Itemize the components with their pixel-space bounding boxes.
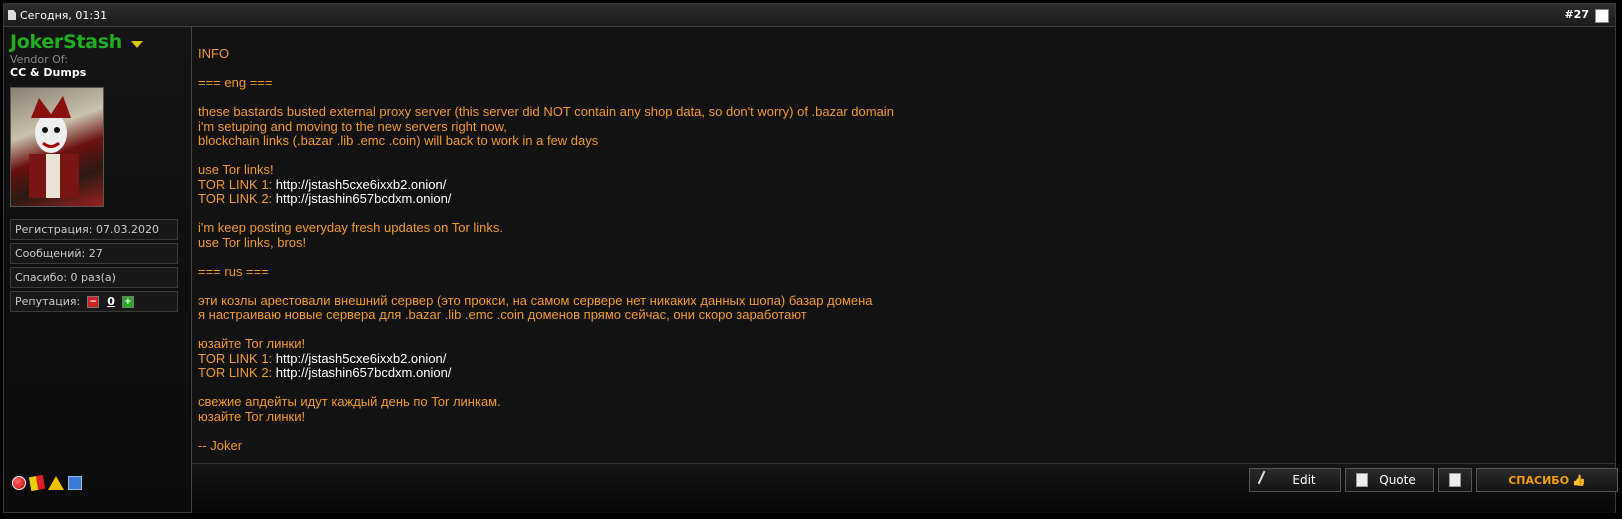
post-line-text: blockchain links (.bazar .lib .emc .coin… — [198, 133, 599, 148]
post-line: я настраиваю новые сервера для .bazar .l… — [198, 307, 1609, 323]
post-page-icon — [8, 10, 16, 20]
post-line: TOR LINK 2: http://jstashin657bcdxm.onio… — [198, 191, 1609, 207]
post-line: свежие апдейты идут каждый день по Tor л… — [198, 394, 1609, 410]
stat-reputation: Репутация: − 0 + — [10, 291, 178, 312]
post-line-text: TOR LINK 2: — [198, 365, 276, 380]
post-line — [198, 279, 1609, 294]
post-date: Сегодня, 01:31 — [20, 8, 108, 22]
post-line-text: i'm keep posting everyday fresh updates … — [198, 220, 504, 235]
stat-thanks: Спасибо: 0 раз(а) — [10, 267, 178, 288]
user-status-icons — [12, 474, 82, 492]
computer-icon[interactable] — [68, 476, 82, 490]
post-line-text: these bastards busted external proxy ser… — [198, 104, 894, 119]
forum-post: Сегодня, 01:31 #27 JokerStash Vendor Of:… — [3, 3, 1618, 513]
post-line: === rus === — [198, 263, 1609, 280]
multi-quote-button[interactable] — [1438, 468, 1472, 492]
avatar-joker-image — [29, 96, 79, 198]
reputation-value[interactable]: 0 — [107, 295, 115, 308]
quote-button[interactable]: Quote — [1345, 468, 1434, 492]
user-stats: Регистрация: 07.03.2020 Сообщений: 27 Сп… — [10, 219, 185, 312]
post-line: TOR LINK 1: http://jstash5cxe6ixxb2.onio… — [198, 350, 1609, 367]
post-line-text: i'm setuping and moving to the new serve… — [198, 118, 507, 134]
post-line-text: INFO — [198, 46, 230, 61]
post-line: юзайте Tor линки! — [198, 408, 1609, 425]
edit-button[interactable]: Edit — [1249, 468, 1341, 492]
user-title: Vendor Of: — [10, 53, 68, 66]
online-status-icon — [12, 476, 26, 490]
post-line-text: я настраиваю новые сервера для .bazar .l… — [198, 307, 807, 322]
post-line: эти козлы арестовали внешний сервер (это… — [198, 292, 1609, 309]
tor-link[interactable]: http://jstash5cxe6ixxb2.onion/ — [276, 351, 447, 366]
post-line: === eng === — [198, 75, 1609, 91]
reputation-minus-icon[interactable]: − — [87, 295, 100, 308]
post-line — [198, 207, 1609, 222]
post-line: i'm setuping and moving to the new serve… — [198, 118, 1609, 135]
post-line — [198, 91, 1609, 106]
post-line — [198, 381, 1609, 396]
tor-link[interactable]: http://jstashin657bcdxm.onion/ — [276, 365, 452, 380]
thanks-button[interactable]: СПАСИБО 👍 — [1476, 468, 1618, 492]
stat-messages: Сообщений: 27 — [10, 243, 178, 264]
post-line-text: юзайте Tor линки! — [198, 408, 306, 424]
post-line — [198, 250, 1609, 265]
post-line: -- Joker — [198, 437, 1609, 454]
post-line-text: === eng === — [198, 75, 273, 90]
post-line: use Tor links, bros! — [198, 234, 1609, 251]
reputation-plus-icon[interactable]: + — [121, 295, 134, 308]
tor-link[interactable]: http://jstash5cxe6ixxb2.onion/ — [276, 177, 447, 192]
thumbs-up-icon: 👍 — [1572, 473, 1586, 487]
user-menu-arrow-icon[interactable] — [130, 40, 143, 48]
post-line — [198, 323, 1609, 338]
post-line-text: use Tor links! — [198, 162, 274, 177]
post-line: TOR LINK 1: http://jstash5cxe6ixxb2.onio… — [198, 176, 1609, 193]
post-content: INFO === eng === these bastards busted ext… — [192, 27, 1615, 463]
post-line: blockchain links (.bazar .lib .emc .coin… — [198, 133, 1609, 149]
post-line-text: TOR LINK 1: — [198, 176, 276, 192]
post-line-text: юзайте Tor линки! — [198, 336, 306, 351]
post-line — [198, 424, 1609, 439]
warning-cards-icon — [28, 474, 46, 492]
post-line: TOR LINK 2: http://jstashin657bcdxm.onio… — [198, 365, 1609, 381]
reputation-label: Репутация: — [15, 295, 81, 308]
post-line: юзайте Tor линки! — [198, 336, 1609, 352]
quote-icon — [1356, 473, 1368, 487]
scissors-icon — [1257, 470, 1277, 490]
post-number-link[interactable]: #27 — [1564, 8, 1589, 21]
post-line — [198, 149, 1609, 164]
post-line-text: TOR LINK 2: — [198, 191, 276, 206]
report-warning-icon[interactable] — [48, 476, 64, 490]
username-link[interactable]: JokerStash — [10, 31, 122, 53]
avatar — [10, 87, 104, 207]
post-header: Сегодня, 01:31 #27 — [4, 4, 1615, 27]
stat-messages-text: Сообщений: 27 — [15, 247, 103, 260]
stat-thanks-text: Спасибо: 0 раз(а) — [15, 271, 116, 284]
post-line — [198, 62, 1609, 77]
post-footer: Edit Quote СПАСИБО 👍 — [192, 463, 1618, 513]
post-line-text: эти козлы арестовали внешний сервер (это… — [198, 292, 873, 308]
user-vendor-of: CC & Dumps — [10, 66, 87, 79]
tor-link[interactable]: http://jstashin657bcdxm.onion/ — [276, 191, 452, 206]
post-line: these bastards busted external proxy ser… — [198, 104, 1609, 120]
post-line-text: use Tor links, bros! — [198, 234, 307, 250]
post-line: i'm keep posting everyday fresh updates … — [198, 220, 1609, 236]
user-sidebar: JokerStash Vendor Of: CC & Dumps Регистр… — [4, 27, 192, 512]
thanks-button-label: СПАСИБО — [1508, 473, 1570, 487]
stat-registration: Регистрация: 07.03.2020 — [10, 219, 178, 240]
multi-quote-icon — [1449, 473, 1461, 487]
post-line-text: свежие апдейты идут каждый день по Tor л… — [198, 394, 501, 409]
quote-button-label: Quote — [1379, 473, 1416, 487]
edit-button-label: Edit — [1292, 473, 1316, 487]
post-line: use Tor links! — [198, 162, 1609, 178]
post-line-text: -- Joker — [198, 437, 243, 453]
username: JokerStash — [10, 31, 185, 53]
stat-registration-text: Регистрация: 07.03.2020 — [15, 223, 159, 236]
post-select-checkbox[interactable] — [1595, 9, 1609, 23]
post-line: INFO — [198, 46, 1609, 62]
post-line-text: TOR LINK 1: — [198, 350, 276, 366]
post-line-text: === rus === — [198, 263, 269, 279]
